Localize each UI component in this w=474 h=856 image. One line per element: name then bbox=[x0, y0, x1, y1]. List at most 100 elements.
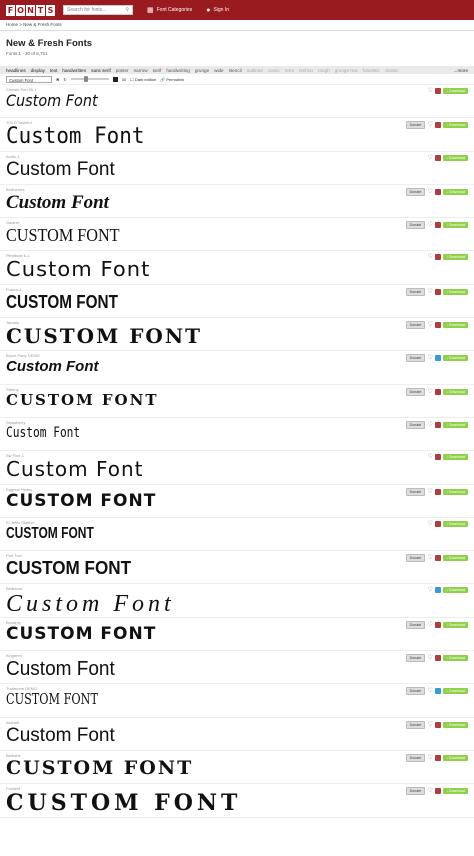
more-categories-link[interactable]: ...more bbox=[454, 68, 468, 73]
slider-handle[interactable] bbox=[83, 76, 88, 82]
heart-icon[interactable]: ♡ bbox=[427, 587, 433, 593]
download-button[interactable]: ↓ Download bbox=[443, 754, 468, 761]
info-icon[interactable] bbox=[435, 688, 442, 695]
share-icon[interactable] bbox=[435, 488, 442, 495]
donate-button[interactable]: Donate bbox=[405, 687, 426, 696]
category-tab[interactable]: sans serif bbox=[91, 68, 111, 73]
preview-text-input[interactable]: Custom Font bbox=[6, 75, 52, 83]
font-sample-text[interactable]: Custom Font bbox=[6, 726, 115, 745]
category-tab[interactable]: text bbox=[50, 68, 57, 73]
category-tab[interactable]: narrow bbox=[134, 68, 148, 73]
font-sample-text[interactable]: CUSTOM FONT bbox=[6, 226, 120, 244]
size-slider[interactable] bbox=[70, 76, 109, 82]
category-tab[interactable]: headlines bbox=[6, 68, 26, 73]
share-icon[interactable] bbox=[435, 322, 442, 329]
download-button[interactable]: ↓ Download bbox=[443, 288, 468, 295]
donate-button[interactable]: Donate bbox=[405, 420, 426, 429]
heart-icon[interactable]: ♡ bbox=[427, 655, 433, 661]
heart-icon[interactable]: ♡ bbox=[427, 622, 433, 628]
font-sample-text[interactable]: CUSTOM FONT bbox=[6, 492, 156, 510]
share-icon[interactable] bbox=[435, 621, 442, 628]
font-sample-text[interactable]: Custom Font bbox=[6, 359, 98, 374]
share-icon[interactable] bbox=[435, 788, 442, 795]
download-button[interactable]: ↓ Download bbox=[443, 388, 468, 395]
download-button[interactable]: ↓ Download bbox=[443, 188, 468, 195]
share-icon[interactable] bbox=[435, 421, 442, 428]
heart-icon[interactable]: ♡ bbox=[427, 454, 433, 460]
donate-button[interactable]: Donate bbox=[405, 287, 426, 296]
share-icon[interactable] bbox=[435, 88, 442, 94]
heart-icon[interactable]: ♡ bbox=[427, 722, 433, 728]
category-tab[interactable]: rough bbox=[318, 68, 330, 73]
donate-button[interactable]: Donate bbox=[405, 487, 426, 496]
heart-icon[interactable]: ♡ bbox=[427, 489, 433, 495]
reset-icon[interactable]: ✖ bbox=[56, 77, 59, 82]
heart-icon[interactable]: ♡ bbox=[427, 355, 433, 361]
donate-button[interactable]: Donate bbox=[405, 321, 426, 330]
donate-button[interactable]: Donate bbox=[405, 121, 426, 130]
share-icon[interactable] bbox=[435, 520, 442, 527]
font-sample-text[interactable]: CUSTOM FONT bbox=[6, 392, 159, 408]
heart-icon[interactable]: ♡ bbox=[427, 389, 433, 395]
download-button[interactable]: ↓ Download bbox=[443, 355, 468, 362]
heart-icon[interactable]: ♡ bbox=[427, 755, 433, 761]
download-button[interactable]: ↓ Download bbox=[443, 122, 468, 129]
share-icon[interactable] bbox=[435, 655, 442, 662]
font-sample-text[interactable]: Custom Font bbox=[6, 93, 98, 109]
download-button[interactable]: ↓ Download bbox=[443, 721, 468, 728]
category-tab[interactable]: serif bbox=[153, 68, 162, 73]
download-button[interactable]: ↓ Download bbox=[443, 555, 468, 562]
download-button[interactable]: ↓ Download bbox=[443, 587, 468, 594]
info-icon[interactable] bbox=[435, 587, 442, 594]
heart-icon[interactable]: ♡ bbox=[427, 222, 433, 228]
search-icon[interactable]: ⚲ bbox=[125, 5, 129, 15]
share-icon[interactable] bbox=[435, 122, 442, 129]
share-icon[interactable] bbox=[435, 154, 442, 161]
font-sample-text[interactable]: Custom Font bbox=[6, 259, 150, 279]
category-tab[interactable]: handwritten bbox=[62, 68, 86, 73]
heart-icon[interactable]: ♡ bbox=[427, 155, 433, 161]
donate-button[interactable]: Donate bbox=[405, 554, 426, 563]
sign-in-link[interactable]: ● Sign In bbox=[206, 7, 229, 14]
category-tab[interactable]: retro bbox=[285, 68, 294, 73]
font-sample-text[interactable]: Custom Font bbox=[6, 659, 115, 679]
donate-button[interactable]: Donate bbox=[405, 187, 426, 196]
download-button[interactable]: ↓ Download bbox=[443, 254, 468, 261]
heart-icon[interactable]: ♡ bbox=[427, 521, 433, 527]
category-tab[interactable]: poster bbox=[116, 68, 129, 73]
download-button[interactable]: ↓ Download bbox=[443, 421, 468, 428]
category-tab[interactable]: wide bbox=[214, 68, 223, 73]
donate-button[interactable]: Donate bbox=[405, 620, 426, 629]
category-tab[interactable]: comic bbox=[268, 68, 280, 73]
donate-button[interactable]: Donate bbox=[405, 221, 426, 230]
donate-button[interactable]: Donate bbox=[405, 720, 426, 729]
download-button[interactable]: ↓ Download bbox=[443, 454, 468, 461]
category-tab[interactable]: display bbox=[31, 68, 45, 73]
font-sample-text[interactable]: Custom Font bbox=[6, 193, 109, 212]
font-sample-text[interactable]: CUSTOM FONT bbox=[6, 525, 94, 542]
dark-edition-toggle[interactable]: ☐ Dark edition bbox=[130, 77, 156, 82]
font-sample-text[interactable]: Custom Font bbox=[6, 126, 144, 148]
donate-button[interactable]: Donate bbox=[405, 387, 426, 396]
donate-button[interactable]: Donate bbox=[405, 354, 426, 363]
category-tab[interactable]: outlined bbox=[247, 68, 263, 73]
share-icon[interactable] bbox=[435, 754, 442, 761]
font-categories-link[interactable]: ▦ Font Categories bbox=[147, 6, 192, 14]
font-sample-text[interactable]: Custom Font bbox=[6, 592, 175, 616]
donate-button[interactable]: Donate bbox=[405, 654, 426, 663]
font-sample-text[interactable]: CUSTOM FONT bbox=[6, 559, 131, 577]
download-button[interactable]: ↓ Download bbox=[443, 621, 468, 628]
heart-icon[interactable]: ♡ bbox=[427, 289, 433, 295]
donate-button[interactable]: Donate bbox=[405, 753, 426, 762]
heart-icon[interactable]: ♡ bbox=[427, 88, 433, 94]
category-tab[interactable]: handwriting bbox=[166, 68, 190, 73]
font-sample-text[interactable]: CUSTOM FONT bbox=[6, 625, 156, 643]
search-input[interactable]: Search for fonts... ⚲ bbox=[63, 5, 133, 15]
font-sample-text[interactable]: Custom Font bbox=[6, 160, 115, 179]
heart-icon[interactable]: ♡ bbox=[427, 422, 433, 428]
share-icon[interactable] bbox=[435, 721, 442, 728]
share-icon[interactable] bbox=[435, 254, 442, 261]
download-button[interactable]: ↓ Download bbox=[443, 520, 468, 527]
share-icon[interactable] bbox=[435, 222, 442, 229]
download-button[interactable]: ↓ Download bbox=[443, 688, 468, 695]
